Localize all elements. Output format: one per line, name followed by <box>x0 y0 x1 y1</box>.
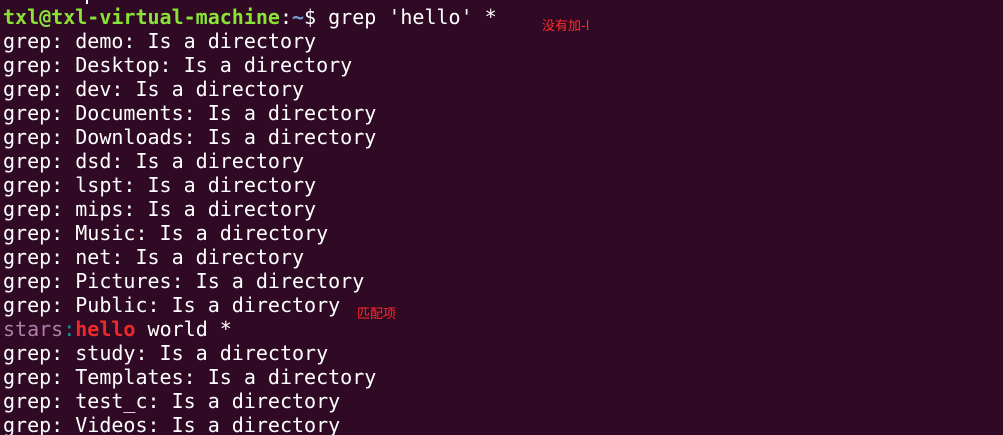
output-line: grep: Desktop: Is a directory <box>3 53 353 77</box>
output-line: grep: Pictures: Is a directory <box>3 269 365 293</box>
prompt-colon: : <box>279 5 292 29</box>
output-line: grep: Documents: Is a directory <box>3 101 377 125</box>
annotation-match: 匹配项 <box>357 307 397 322</box>
command-line: txl@txl-virtual-machine:~$ grep 'hello' … <box>3 5 497 29</box>
output-line: grep: test_c: Is a directory <box>3 389 341 413</box>
output-line: grep: lspt: Is a directory <box>3 173 317 197</box>
output-line: grep: net: Is a directory <box>3 245 305 269</box>
output-line: grep: demo: Is a directory <box>3 29 317 53</box>
output-line: grep: dev: Is a directory <box>3 77 305 101</box>
output-line: grep: Templates: Is a directory <box>3 365 377 389</box>
output-line: grep: Videos: Is a directory <box>3 413 341 435</box>
output-line: grep: study: Is a directory <box>3 341 329 365</box>
output-line: grep: mips: Is a directory <box>3 197 317 221</box>
prompt-path: ~ <box>292 5 305 29</box>
output-line: grep: Public: Is a directory <box>3 293 341 317</box>
output-line: grep: Downloads: Is a directory <box>3 125 377 149</box>
output-line: grep: Music: Is a directory <box>3 221 329 245</box>
prompt-user-host: txl@txl-virtual-machine <box>3 5 280 29</box>
match-highlight: hello <box>75 317 136 341</box>
match-filename: stars <box>3 317 64 341</box>
terminal-output: txl@txl-virtual-machine:~$ grep 'hello' … <box>3 5 497 435</box>
match-rest: world * <box>135 317 232 341</box>
match-line: stars:hello world * <box>3 317 497 341</box>
annotation-no-l-flag: 没有加-l <box>542 19 590 34</box>
terminal-window[interactable]: txl@txl-virtual-machine:~$ grep 'hello' … <box>0 0 1003 435</box>
command-text: grep 'hello' * <box>328 5 497 29</box>
prompt-symbol: $ <box>304 5 329 29</box>
match-separator: : <box>63 317 76 341</box>
previous-line-fragment <box>86 0 88 4</box>
output-line: grep: dsd: Is a directory <box>3 149 305 173</box>
